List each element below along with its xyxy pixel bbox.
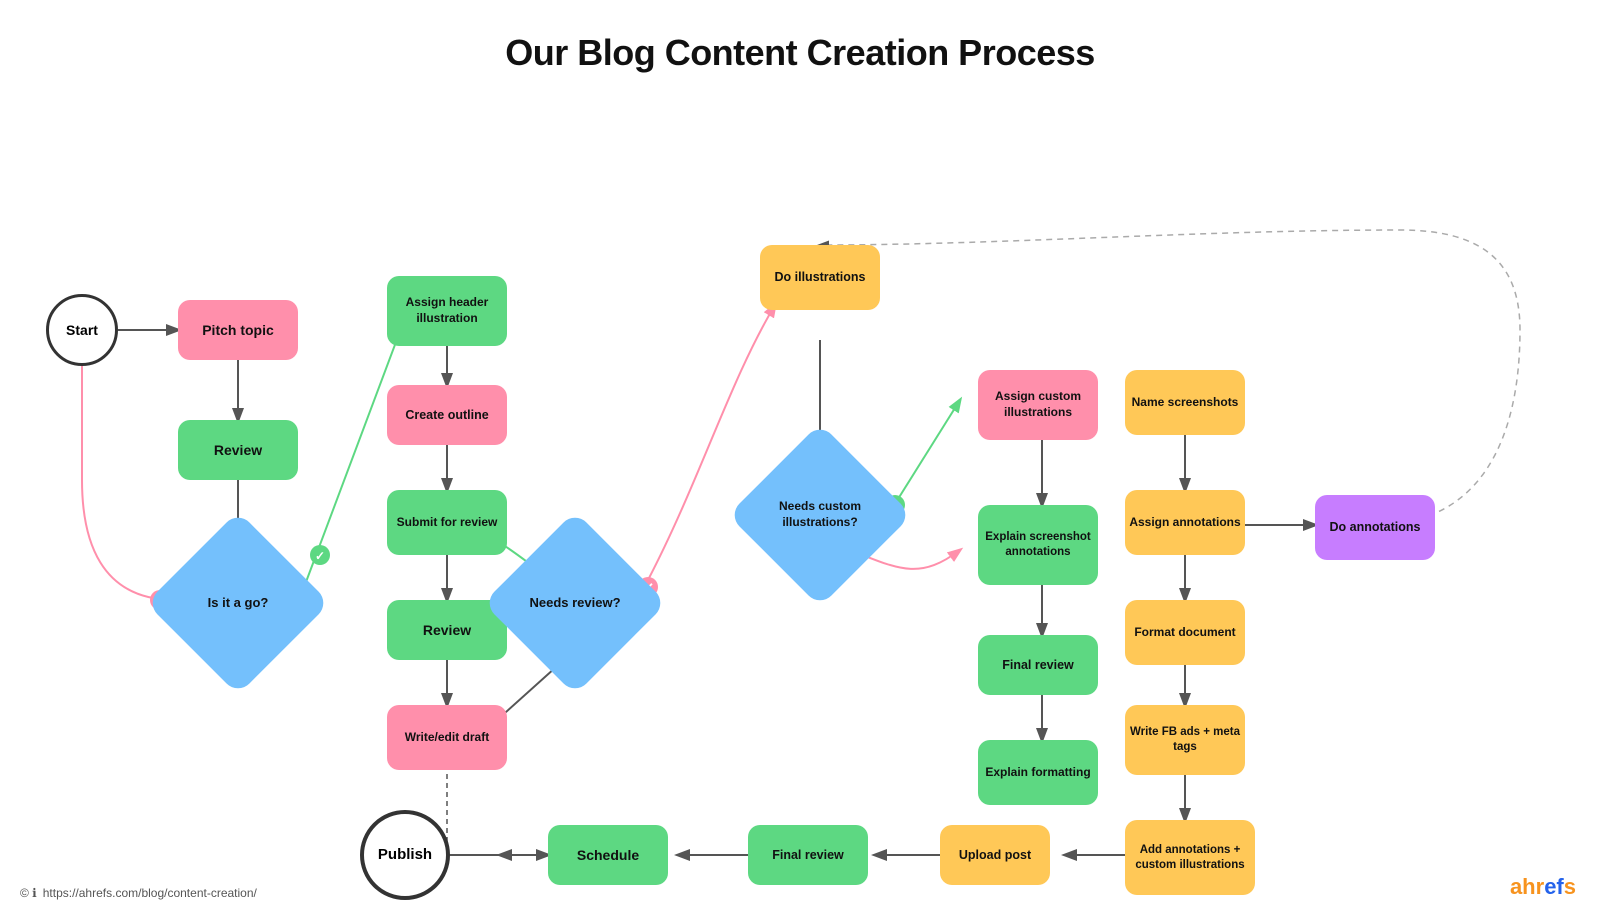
do-illustrations-label: Do illustrations	[775, 269, 866, 285]
brand-name-orange2: s	[1564, 874, 1576, 899]
write-edit-label: Write/edit draft	[405, 730, 489, 746]
add-annotations-node: Add annotations + custom illustrations	[1125, 820, 1255, 895]
upload-post-label: Upload post	[959, 847, 1031, 863]
explain-screenshot-node: Explain screenshot annotations	[978, 505, 1098, 585]
footer-url: https://ahrefs.com/blog/content-creation…	[43, 886, 257, 900]
brand-name-orange: ahr	[1510, 874, 1544, 899]
review1-label: Review	[214, 441, 262, 459]
publish-label: Publish	[378, 845, 432, 865]
write-fb-ads-node: Write FB ads + meta tags	[1125, 705, 1245, 775]
schedule-node: Schedule	[548, 825, 668, 885]
do-annotations-node: Do annotations	[1315, 495, 1435, 560]
submit-review-label: Submit for review	[397, 515, 498, 531]
create-outline-node: Create outline	[387, 385, 507, 445]
final-review2-label: Final review	[772, 847, 844, 863]
copyright-icon: © ℹ	[20, 886, 37, 900]
review1-node: Review	[178, 420, 298, 480]
create-outline-label: Create outline	[405, 407, 488, 423]
do-annotations-label: Do annotations	[1330, 519, 1421, 535]
footer-brand: ahrefs	[1510, 874, 1576, 900]
publish-node: Publish	[360, 810, 450, 900]
format-document-label: Format document	[1134, 625, 1235, 641]
assign-custom-label: Assign custom illustrations	[978, 389, 1098, 420]
brand-name-blue: ef	[1544, 874, 1564, 899]
upload-post-node: Upload post	[940, 825, 1050, 885]
explain-formatting-node: Explain formatting	[978, 740, 1098, 805]
needs-review-label: Needs review?	[520, 548, 630, 658]
svg-text:✓: ✓	[315, 549, 325, 563]
start-label: Start	[66, 321, 98, 339]
name-screenshots-node: Name screenshots	[1125, 370, 1245, 435]
explain-screenshot-label: Explain screenshot annotations	[978, 530, 1098, 560]
needs-review-container: Needs review?	[510, 538, 640, 668]
assign-custom-node: Assign custom illustrations	[978, 370, 1098, 440]
diagram-area: ✕ ✓ ✓ ✕ ✓ ✕	[0, 90, 1600, 912]
add-annotations-label: Add annotations + custom illustrations	[1125, 843, 1255, 873]
final-review1-label: Final review	[1002, 657, 1074, 673]
final-review2-node: Final review	[748, 825, 868, 885]
pitch-topic-node: Pitch topic	[178, 300, 298, 360]
explain-formatting-label: Explain formatting	[985, 765, 1090, 781]
do-illustrations-node: Do illustrations	[760, 245, 880, 310]
needs-custom-container: Needs custom illustrations?	[755, 450, 885, 580]
needs-custom-label: Needs custom illustrations?	[765, 460, 875, 570]
footer-left: © ℹ https://ahrefs.com/blog/content-crea…	[20, 886, 257, 900]
schedule-label: Schedule	[577, 846, 639, 864]
write-fb-ads-label: Write FB ads + meta tags	[1125, 725, 1245, 755]
submit-review-node: Submit for review	[387, 490, 507, 555]
assign-annotations-label: Assign annotations	[1129, 515, 1240, 531]
is-it-a-go-label: Is it a go?	[183, 548, 293, 658]
final-review1-node: Final review	[978, 635, 1098, 695]
format-document-node: Format document	[1125, 600, 1245, 665]
name-screenshots-label: Name screenshots	[1132, 395, 1239, 411]
review2-node: Review	[387, 600, 507, 660]
start-node: Start	[46, 294, 118, 366]
assign-header-node: Assign header illustration	[387, 276, 507, 346]
review2-label: Review	[423, 621, 471, 639]
pitch-topic-label: Pitch topic	[202, 321, 274, 339]
is-it-a-go-container: Is it a go?	[173, 538, 303, 668]
write-edit-node: Write/edit draft	[387, 705, 507, 770]
assign-annotations-node: Assign annotations	[1125, 490, 1245, 555]
page-title: Our Blog Content Creation Process	[0, 0, 1600, 74]
assign-header-label: Assign header illustration	[387, 295, 507, 326]
